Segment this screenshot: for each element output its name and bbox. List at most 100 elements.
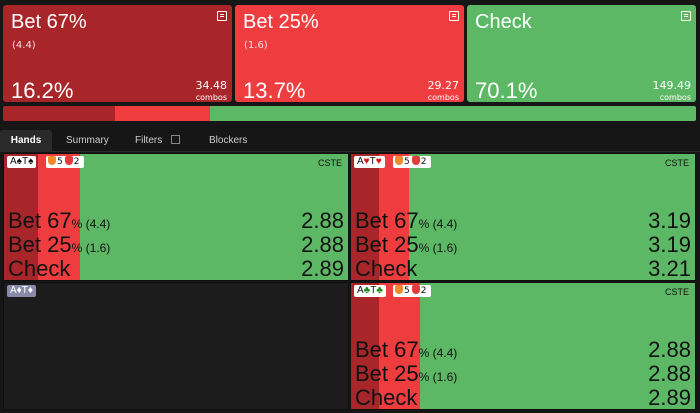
ev-action: Check [355, 256, 418, 281]
card-suit: ♥ [375, 156, 382, 167]
blocker-count: 2 [420, 286, 427, 296]
ev-action: Bet 67 [8, 208, 72, 233]
ev-size: (1.6) [82, 241, 111, 255]
card-rank: A [357, 156, 364, 167]
ev-row: Check 2.89 [8, 257, 344, 281]
action-title: Check [475, 11, 532, 33]
ev-value: 2.88 [301, 232, 344, 257]
blocker-count: 2 [73, 157, 80, 167]
ev-value: 3.19 [648, 208, 691, 233]
ev-value: 2.88 [648, 337, 691, 362]
details-icon[interactable] [217, 11, 227, 21]
blocker-badges: 52 [393, 285, 432, 297]
details-icon[interactable] [681, 11, 691, 21]
hand-cell[interactable]: A♦T♦ [3, 282, 349, 410]
cste-label: CSTE [664, 158, 689, 168]
blocker-count: 5 [404, 157, 410, 167]
action-card-check[interactable]: Check 70.1% 149.49 combos [467, 5, 696, 102]
ev-percent-sign: % [418, 217, 430, 231]
ev-action: Check [8, 256, 71, 281]
ev-percent-sign: % [418, 241, 430, 255]
hand-label: A♣T♣ [354, 285, 386, 297]
tab-filters[interactable]: Filters [135, 130, 181, 152]
tab-bar: Hands Summary Filters Blockers [0, 130, 700, 152]
ev-percent-sign: % [418, 370, 430, 384]
ev-size: (4.4) [82, 217, 111, 231]
ev-value: 3.21 [648, 256, 691, 281]
ev-row: Check 3.21 [355, 257, 691, 281]
ev-percent-sign: % [71, 241, 83, 255]
ev-row: Bet 25% (1.6) 2.88 [8, 233, 344, 257]
card-suit: ♦ [27, 285, 33, 296]
ev-value: 2.89 [301, 256, 344, 281]
ev-row: Bet 67% (4.4) 2.88 [8, 209, 344, 233]
ev-value: 2.88 [301, 208, 344, 233]
tab-summary[interactable]: Summary [66, 130, 109, 152]
card-suit: ♠ [28, 156, 34, 167]
hand-label: A♥T♥ [354, 156, 385, 168]
tab-hands[interactable]: Hands [0, 130, 52, 152]
ev-size: (4.4) [429, 217, 458, 231]
ev-percent-sign: % [418, 346, 430, 360]
ev-action: Bet 25 [355, 232, 419, 257]
action-combos: 29.27 combos [427, 79, 460, 103]
ev-action: Check [355, 385, 418, 410]
action-card-bet67[interactable]: Bet 67% (4.4) 16.2% 34.48 combos [3, 5, 232, 102]
action-card-bet25[interactable]: Bet 25% (1.6) 13.7% 29.27 combos [235, 5, 464, 102]
cste-label: CSTE [664, 287, 689, 297]
ev-size: (1.6) [429, 370, 458, 384]
frequency-segment-bet67 [3, 106, 116, 121]
card-rank: A [10, 285, 17, 296]
details-icon[interactable] [449, 11, 459, 21]
action-combos: 149.49 combos [652, 79, 692, 103]
blocker-count: 5 [404, 286, 410, 296]
ev-action: Bet 25 [8, 232, 72, 257]
ev-action: Bet 67 [355, 208, 419, 233]
hand-cell[interactable]: A♣T♣ 5 2 CSTE Bet 67% (4.4) 2.88 Bet 25% (1.6)… [350, 282, 696, 410]
shield-icon [395, 156, 403, 165]
ev-row: Bet 25% (1.6) 3.19 [355, 233, 691, 257]
action-frequency: 13.7% [243, 78, 306, 102]
ev-value: 2.89 [648, 385, 691, 410]
action-size: (1.6) [244, 40, 268, 51]
ev-size: (4.4) [429, 346, 458, 360]
frequency-bar [3, 106, 696, 121]
ev-value: 2.88 [648, 361, 691, 386]
shield-icon [411, 285, 420, 294]
ev-action: Bet 67 [355, 337, 419, 362]
tab-blockers[interactable]: Blockers [209, 130, 247, 152]
hand-label: A♦T♦ [7, 285, 36, 297]
ev-action: Bet 25 [355, 361, 419, 386]
ev-size: (1.6) [429, 241, 458, 255]
shield-icon [48, 156, 56, 165]
ev-row: Bet 67% (4.4) 2.88 [355, 338, 691, 362]
ev-percent-sign: % [71, 217, 83, 231]
shield-icon [411, 156, 420, 165]
ev-row: Check 2.89 [355, 386, 691, 410]
hand-label: A♠T♠ [7, 156, 37, 168]
action-frequency: 70.1% [475, 78, 538, 102]
blocker-badges: 52 [393, 156, 432, 168]
ev-value: 3.19 [648, 232, 691, 257]
blocker-count: 2 [420, 157, 427, 167]
ev-row: Bet 67% (4.4) 3.19 [355, 209, 691, 233]
tab-filters-label: Filters [135, 135, 163, 146]
action-combos: 34.48 combos [195, 79, 228, 103]
shield-icon [64, 156, 73, 165]
copy-icon [171, 135, 181, 144]
action-title: Bet 25% [243, 11, 319, 33]
frequency-segment-bet25 [115, 106, 211, 121]
action-size: (4.4) [12, 40, 36, 51]
blocker-count: 5 [57, 157, 63, 167]
hand-cell[interactable]: A♠T♠ 5 2 CSTE Bet 67% (4.4) 2.88 Bet 25% (1.6)… [3, 153, 349, 281]
frequency-segment-check [210, 106, 696, 121]
card-rank: A [10, 156, 17, 167]
cste-label: CSTE [317, 158, 342, 168]
blocker-badges: 52 [46, 156, 85, 168]
ev-row: Bet 25% (1.6) 2.88 [355, 362, 691, 386]
hand-cell[interactable]: A♥T♥ 5 2 CSTE Bet 67% (4.4) 3.19 Bet 25% (1.6)… [350, 153, 696, 281]
shield-icon [395, 285, 403, 294]
action-title: Bet 67% [11, 11, 87, 33]
action-frequency: 16.2% [11, 78, 74, 102]
card-rank: A [357, 285, 364, 296]
